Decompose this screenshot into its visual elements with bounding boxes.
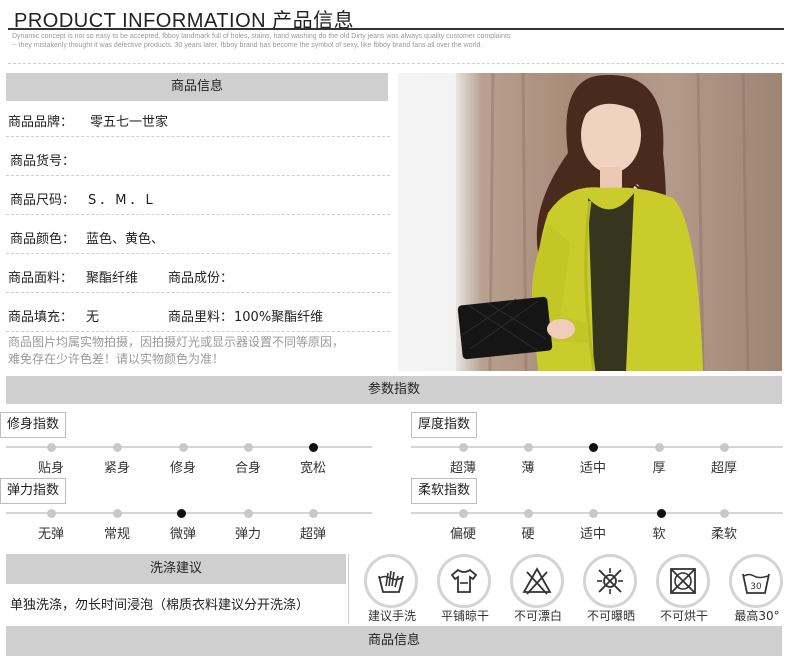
header-divider bbox=[8, 63, 784, 64]
thickness-level-label: 薄 bbox=[521, 461, 535, 476]
disclaimer-line-1: 商品图片均属实物拍摄，因拍摄灯光或显示器设置不同等原因， bbox=[8, 335, 345, 349]
thickness-level-label: 超厚 bbox=[710, 461, 738, 476]
filling-label: 商品填充： bbox=[8, 310, 74, 325]
elasticity-index-dot bbox=[243, 508, 253, 518]
hand-wash-label: 建议手洗 bbox=[367, 609, 417, 623]
fabric-label: 商品面料： bbox=[8, 271, 74, 286]
elasticity-level-label: 无弹 bbox=[37, 527, 65, 542]
product-info-footer-header: 商品信息 bbox=[6, 626, 782, 656]
sku-row: 商品货号： bbox=[6, 141, 390, 176]
color-label: 商品颜色： bbox=[10, 232, 76, 247]
no-sun-icon bbox=[583, 554, 637, 608]
thickness-index-label: 厚度指数 bbox=[411, 412, 478, 438]
thickness-index-dot bbox=[719, 442, 729, 452]
thickness-index-dot-selected bbox=[588, 442, 598, 452]
elasticity-index-dot bbox=[112, 508, 122, 518]
thickness-level-label: 厚 bbox=[652, 461, 666, 476]
fit-level-label: 修身 bbox=[169, 461, 197, 476]
softness-level-label: 硬 bbox=[521, 527, 535, 542]
elasticity-level-label: 微弹 bbox=[169, 527, 197, 542]
fit-index-dot bbox=[178, 442, 188, 452]
size-label: 商品尺码： bbox=[10, 193, 76, 208]
no-tumble-dry-icon bbox=[656, 554, 710, 608]
product-photo bbox=[398, 73, 782, 371]
product-info-header: 商品信息 bbox=[6, 73, 388, 101]
brand-value: 零五七一世家 bbox=[90, 115, 169, 130]
size-value: S．M．L bbox=[88, 193, 156, 208]
fit-level-label: 紧身 bbox=[103, 461, 131, 476]
no-sun-label: 不可曝晒 bbox=[586, 609, 636, 623]
fit-level-label: 宽松 bbox=[299, 461, 327, 476]
wash-advice-header: 洗涤建议 bbox=[6, 554, 346, 584]
fit-index-dot-selected bbox=[308, 442, 318, 452]
softness-index-dot bbox=[458, 508, 468, 518]
thickness-level-label: 超薄 bbox=[449, 461, 477, 476]
fit-level-label: 贴身 bbox=[37, 461, 65, 476]
softness-level-label: 软 bbox=[652, 527, 666, 542]
flat-dry-icon bbox=[437, 554, 491, 608]
fit-index-dot bbox=[243, 442, 253, 452]
elasticity-level-label: 超弹 bbox=[299, 527, 327, 542]
fit-index-dot bbox=[112, 442, 122, 452]
params-header: 参数指数 bbox=[6, 376, 782, 404]
fabric-value: 聚酯纤维 bbox=[86, 271, 139, 286]
color-disclaimer: 商品图片均属实物拍摄，因拍摄灯光或显示器设置不同等原因， 难免存在少许色差！请以… bbox=[8, 334, 394, 368]
filling-row: 商品填充： 无 商品里料： 100%聚酯纤维 bbox=[6, 297, 390, 332]
thickness-index-dot bbox=[523, 442, 533, 452]
disclaimer-line-2: 难免存在少许色差！请以实物颜色为准！ bbox=[8, 352, 225, 366]
wash-temp-text: 30 bbox=[750, 582, 762, 592]
max-30-wash-icon: 30 bbox=[729, 554, 783, 608]
softness-level-label: 柔软 bbox=[710, 527, 738, 542]
max-30-wash-label: 最高30° bbox=[734, 609, 780, 623]
fit-level-label: 合身 bbox=[234, 461, 262, 476]
elasticity-index-dot-selected bbox=[176, 508, 186, 518]
lining-label: 商品里料： bbox=[168, 310, 234, 325]
brand-row: 商品品牌： 零五七一世家 bbox=[6, 102, 390, 137]
color-value: 蓝色、黄色、 bbox=[86, 232, 165, 247]
color-row: 商品颜色： 蓝色、黄色、 bbox=[6, 219, 390, 254]
elasticity-level-label: 常规 bbox=[103, 527, 131, 542]
size-row: 商品尺码： S．M．L bbox=[6, 180, 390, 215]
wash-divider bbox=[348, 554, 349, 624]
elasticity-level-label: 弹力 bbox=[234, 527, 262, 542]
softness-index-dot-selected bbox=[656, 508, 666, 518]
softness-index-label: 柔软指数 bbox=[411, 478, 478, 504]
brand-description: Dynamic concept is not so easy to be acc… bbox=[12, 33, 511, 49]
wash-advice-text: 单独洗涤，勿长时间浸泡（棉质衣料建议分开洗涤） bbox=[10, 598, 310, 613]
softness-level-label: 偏硬 bbox=[449, 527, 477, 542]
lining-value: 100%聚酯纤维 bbox=[234, 310, 324, 325]
brand-label: 商品品牌： bbox=[8, 115, 74, 130]
fit-index-label: 修身指数 bbox=[0, 412, 67, 438]
elasticity-index-dot bbox=[308, 508, 318, 518]
softness-level-label: 适中 bbox=[579, 527, 607, 542]
thickness-level-label: 适中 bbox=[579, 461, 607, 476]
no-bleach-label: 不可漂白 bbox=[513, 609, 563, 623]
elasticity-index-label: 弹力指数 bbox=[0, 478, 67, 504]
no-bleach-icon bbox=[510, 554, 564, 608]
softness-index-dot bbox=[719, 508, 729, 518]
header-rule bbox=[8, 28, 784, 30]
fit-index-dot bbox=[46, 442, 56, 452]
thickness-index-dot bbox=[458, 442, 468, 452]
flat-dry-label: 平铺晾干 bbox=[440, 609, 490, 623]
softness-index-dot bbox=[588, 508, 598, 518]
elasticity-index-dot bbox=[46, 508, 56, 518]
no-tumble-dry-label: 不可烘干 bbox=[659, 609, 709, 623]
thickness-index-dot bbox=[654, 442, 664, 452]
softness-index-dot bbox=[523, 508, 533, 518]
filling-value: 无 bbox=[86, 310, 100, 325]
hand-wash-icon bbox=[364, 554, 418, 608]
sku-label: 商品货号： bbox=[10, 154, 76, 169]
fabric-row: 商品面料： 聚酯纤维 商品成份： bbox=[6, 258, 390, 293]
composition-label: 商品成份： bbox=[168, 271, 234, 286]
